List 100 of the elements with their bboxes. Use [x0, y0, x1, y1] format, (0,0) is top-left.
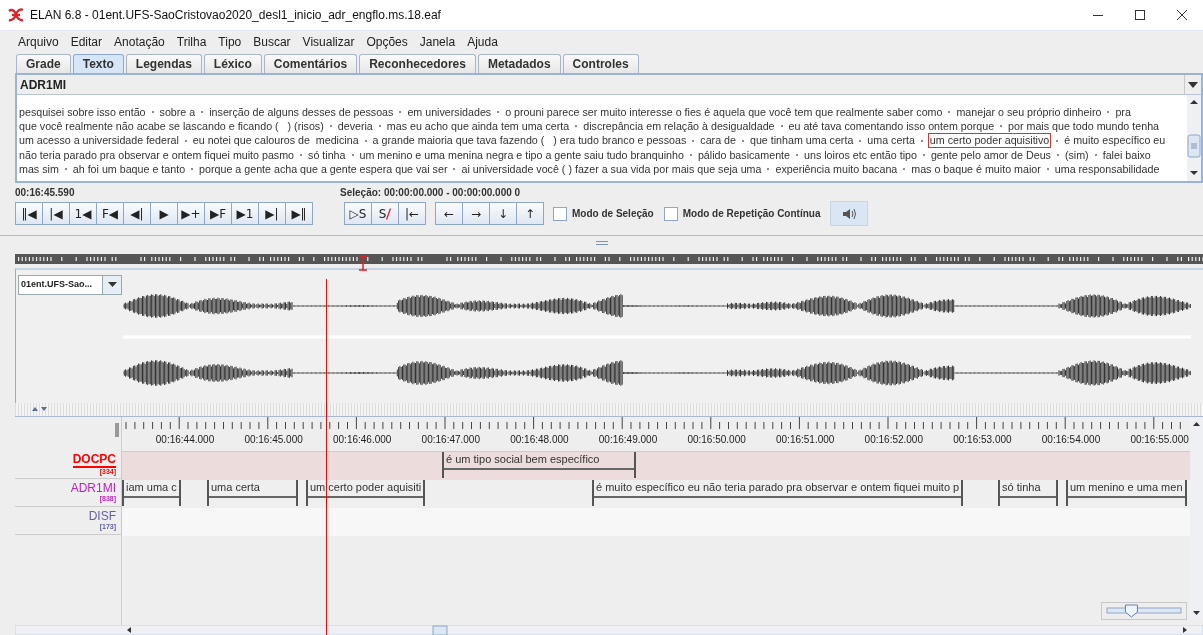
annotation[interactable]: um menino e uma men: [1066, 480, 1187, 506]
text-segment[interactable]: não teria parado pra observar e ontem fiquei muito pasmo: [18, 147, 296, 162]
menu-item[interactable]: Anotação: [108, 32, 171, 52]
annotation[interactable]: só tinha: [998, 480, 1058, 506]
close-icon[interactable]: [1176, 9, 1188, 21]
media-button[interactable]: ◀|: [123, 202, 151, 225]
menu-item[interactable]: Trilha: [170, 32, 213, 52]
text-segment[interactable]: só tinha: [307, 147, 347, 162]
arrow-button[interactable]: ↑: [516, 202, 544, 225]
tier-selector[interactable]: ADR1MI: [17, 75, 1201, 95]
overview-timeline[interactable]: [15, 253, 1203, 264]
text-segment[interactable]: manejar o seu próprio dinheiro: [955, 105, 1103, 120]
text-segment[interactable]: que você realmente não acabe se lascando e ficando ( ) (risos): [18, 119, 325, 134]
media-button[interactable]: ▶|: [258, 202, 286, 225]
tab[interactable]: Grade: [16, 54, 71, 73]
text-segment[interactable]: por mais que todo mundo tenha: [1007, 119, 1161, 134]
text-segment[interactable]: uma responsabilidade: [1053, 161, 1161, 176]
media-button[interactable]: ▶1: [231, 202, 259, 225]
text-segment[interactable]: discrepância em relação à desigualdade: [582, 119, 776, 134]
text-segment[interactable]: um certo poder aquisitivo: [927, 133, 1052, 148]
menu-item[interactable]: Ajuda: [461, 32, 504, 52]
selection-button[interactable]: S: [371, 202, 399, 225]
text-segment[interactable]: é muito específico eu: [1063, 133, 1167, 148]
checkbox[interactable]: [663, 206, 678, 221]
text-segment[interactable]: eu até tava comentando isso ontem porque: [787, 119, 996, 134]
text-segment[interactable]: (sim): [1063, 147, 1090, 162]
text-segment[interactable]: experiência muito bacana: [774, 161, 899, 176]
checkbox[interactable]: [553, 206, 567, 221]
text-segment[interactable]: ah foi um baque e tanto: [71, 161, 187, 176]
menu-item[interactable]: Buscar: [247, 32, 297, 52]
text-segment[interactable]: em universidades: [406, 105, 493, 120]
menu-item[interactable]: Janela: [413, 32, 462, 52]
tab[interactable]: Metadados: [477, 54, 561, 73]
dropdown-arrow-icon[interactable]: [107, 282, 117, 288]
selection-button[interactable]: ▷S: [344, 202, 372, 225]
media-button[interactable]: ‖◀: [15, 202, 43, 225]
media-button[interactable]: ▶‖: [285, 202, 313, 225]
text-segment[interactable]: uns loiros etc então tipo: [803, 147, 918, 162]
arrow-button[interactable]: ↓: [489, 202, 517, 225]
splitter-grip-icon[interactable]: [595, 240, 608, 245]
ruler-handle-icon[interactable]: [115, 423, 119, 437]
text-segment[interactable]: deveria: [336, 119, 374, 134]
text-segment[interactable]: mas sim: [18, 161, 60, 176]
text-segment[interactable]: falei baixo: [1101, 147, 1152, 162]
tab[interactable]: Texto: [72, 54, 124, 73]
text-segment[interactable]: mas o baque é muito maior: [910, 161, 1042, 176]
text-segment[interactable]: uma certa: [866, 133, 916, 148]
media-button[interactable]: ▶+: [177, 202, 205, 225]
text-segment[interactable]: pálido basicamente: [696, 147, 791, 162]
horizontal-scrollbar[interactable]: [15, 625, 1203, 635]
cursor-marker-icon: [358, 255, 368, 271]
tier-label[interactable]: DISF: [88, 510, 116, 523]
text-segment[interactable]: pesquisei sobre isso então: [18, 105, 147, 120]
text-segment[interactable]: sobre a: [158, 105, 197, 120]
media-button[interactable]: |◀: [42, 202, 70, 225]
text-segment[interactable]: pra: [1114, 105, 1132, 120]
menu-item[interactable]: Tipo: [212, 32, 248, 52]
tab[interactable]: Reconhecedores: [359, 54, 476, 73]
current-time: 00:16:45.590: [15, 187, 76, 200]
media-button[interactable]: ▶: [150, 202, 178, 225]
annotation[interactable]: é um tipo social bem específico: [442, 452, 636, 478]
annotation[interactable]: uma certa: [207, 480, 298, 506]
collapse-arrows-icon[interactable]: [32, 406, 48, 413]
menu-item[interactable]: Visualizar: [296, 32, 361, 52]
arrow-button[interactable]: →: [462, 202, 490, 225]
text-segment[interactable]: o prouni parece ser muito interesse o fies é aquela que você tem que realmente saber como: [504, 105, 944, 120]
zoom-slider[interactable]: [1101, 602, 1187, 620]
text-segment[interactable]: mas eu acho que ainda tem uma certa: [385, 119, 571, 134]
text-segment[interactable]: que tinham uma certa: [748, 133, 855, 148]
text-segment[interactable]: gente pelo amor de Deus: [929, 147, 1052, 162]
maximize-icon[interactable]: [1134, 9, 1146, 21]
tab[interactable]: Legendas: [125, 54, 202, 73]
vertical-scrollbar[interactable]: [1187, 95, 1201, 181]
tab[interactable]: Comentários: [263, 54, 358, 73]
dropdown-arrow-icon[interactable]: [1188, 81, 1198, 88]
media-selector[interactable]: 01ent.UFS-Sao...: [18, 274, 122, 295]
text-segment[interactable]: um acesso a universidade federal: [18, 133, 180, 148]
menu-item[interactable]: Opções: [360, 32, 414, 52]
text-segment[interactable]: cara de: [699, 133, 737, 148]
arrow-button[interactable]: ←: [435, 202, 463, 225]
annotation[interactable]: um certo poder aquisiti: [306, 480, 426, 506]
text-segment[interactable]: eu notei que calouros de medicina: [191, 133, 360, 148]
text-segment[interactable]: um menino e uma menina negra e tipo a gente saiu tudo branquinho: [358, 147, 685, 162]
annotation[interactable]: iam uma c: [122, 480, 181, 506]
tab[interactable]: Léxico: [203, 54, 262, 73]
text-segment[interactable]: porque a gente acha que a gente espera que vai ser: [198, 161, 449, 176]
text-segment[interactable]: ai universidade você ( ) fazer a sua vida por mais que seja uma: [460, 161, 763, 176]
media-button[interactable]: F◀: [96, 202, 124, 225]
media-button[interactable]: 1◀: [69, 202, 97, 225]
media-button[interactable]: ▶F: [204, 202, 232, 225]
volume-button[interactable]: [830, 201, 869, 226]
annotation[interactable]: é muito específico eu não teria parado pra observar e ontem fiquei muito p: [592, 480, 964, 506]
menu-item[interactable]: Arquivo: [12, 32, 65, 52]
menu-item[interactable]: Editar: [64, 32, 109, 52]
tab[interactable]: Controles: [562, 54, 639, 73]
tier-label[interactable]: ADR1MI: [70, 482, 116, 495]
text-segment[interactable]: a grande maioria que tava fazendo ( ) era tudo branco e pessoas: [371, 133, 688, 148]
selection-button[interactable]: |←: [398, 202, 426, 225]
checkbox-label: Modo de Seleção: [572, 208, 654, 219]
text-segment[interactable]: inserção de alguns desses de pessoas: [208, 105, 395, 120]
